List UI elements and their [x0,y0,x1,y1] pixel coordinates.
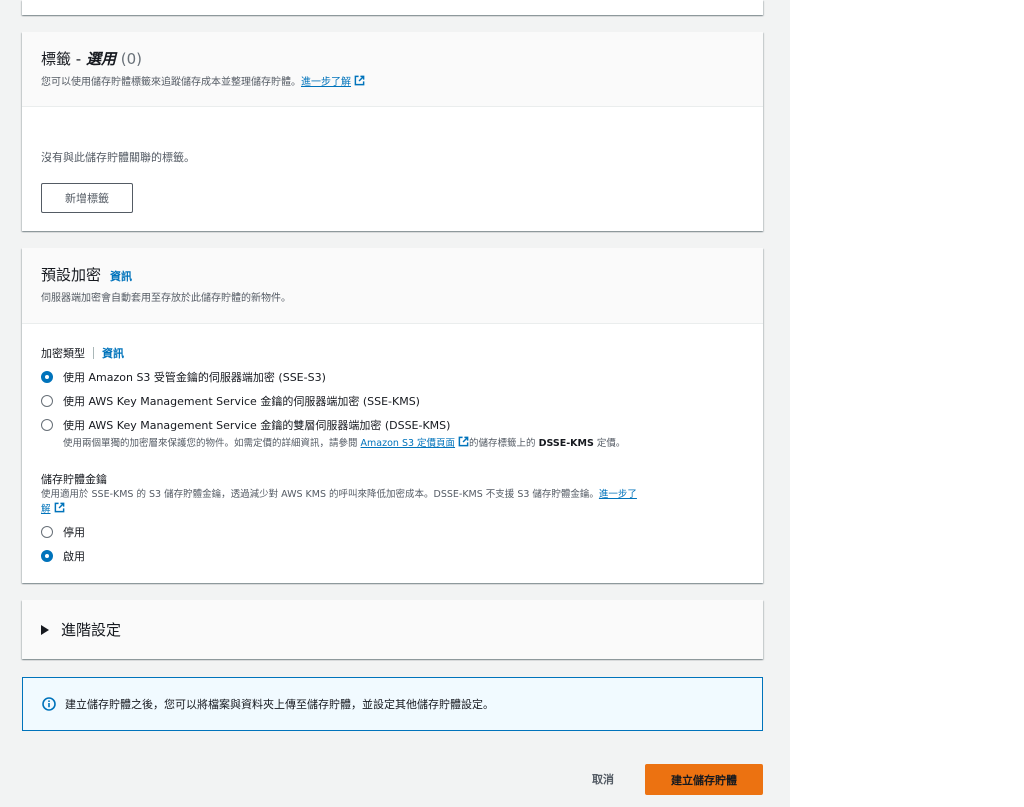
tags-title: 標籤 - 選用 (0) [41,48,142,69]
radio-unselected-indicator[interactable] [41,419,53,431]
radio-sse-s3-label: 使用 Amazon S3 受管金鑰的伺服器端加密 (SSE-S3) [63,371,326,384]
radio-bucket-key-disable[interactable]: 停用 [41,524,85,540]
radio-unselected-indicator[interactable] [41,526,53,538]
radio-selected-indicator[interactable] [41,550,53,562]
encryption-info-link[interactable]: 資訊 [110,268,132,284]
tags-title-row: 標籤 - 選用 (0) [41,48,744,69]
radio-sse-s3[interactable]: 使用 Amazon S3 受管金鑰的伺服器端加密 (SSE-S3) [41,369,326,385]
tags-count: (0) [120,50,142,68]
radio-disable-label: 停用 [63,526,85,539]
radio-bucket-key-enable[interactable]: 啟用 [41,548,85,564]
encryption-panel-header: 預設加密 資訊 伺服器端加密會自動套用至存放於此儲存貯體的新物件。 [22,248,763,324]
encryption-type-label-row: 加密類型 資訊 [41,345,124,361]
radio-sse-kms[interactable]: 使用 AWS Key Management Service 金鑰的伺服器端加密 … [41,393,420,409]
tags-panel-header: 標籤 - 選用 (0) 您可以使用儲存貯體標籤來追蹤儲存成本並整理儲存貯體。進一… [22,32,763,107]
radio-dsse-kms[interactable]: 使用 AWS Key Management Service 金鑰的雙層伺服器端加… [41,417,450,433]
external-link-icon[interactable] [354,75,365,86]
radio-unselected-indicator[interactable] [41,395,53,407]
encryption-description: 伺服器端加密會自動套用至存放於此儲存貯體的新物件。 [41,293,291,304]
dsse-desc-text-mid: 的儲存標籤上的 [469,438,539,449]
radio-dsse-kms-label: 使用 AWS Key Management Service 金鑰的雙層伺服器端加… [63,419,451,432]
encryption-title-row: 預設加密 資訊 [41,264,744,285]
bucket-key-label: 儲存貯體金鑰 [41,473,107,486]
bucket-key-desc-text: 使用適用於 SSE-KMS 的 S3 儲存貯體金鑰，透過減少對 AWS KMS … [41,489,599,500]
page: 標籤 - 選用 (0) 您可以使用儲存貯體標籤來追蹤儲存成本並整理儲存貯體。進一… [0,0,1024,807]
previous-panel [22,0,763,15]
create-bucket-button[interactable]: 建立儲存貯體 [645,764,763,795]
tags-description-text: 您可以使用儲存貯體標籤來追蹤儲存成本並整理儲存貯體。 [41,77,301,88]
bucket-key-description: 使用適用於 SSE-KMS 的 S3 儲存貯體金鑰，透過減少對 AWS KMS … [41,488,731,517]
advanced-settings-panel[interactable]: 進階設定 [22,600,763,659]
tags-title-text: 標籤 - [41,50,86,68]
external-link-icon[interactable] [458,436,469,447]
encryption-title: 預設加密 [41,266,102,284]
caret-right-icon[interactable] [41,624,49,635]
info-alert: 建立儲存貯體之後，您可以將檔案與資料夾上傳至儲存貯體，並設定其他儲存貯體設定。 [22,677,763,731]
advanced-settings-header[interactable]: 進階設定 [41,619,121,640]
label-separator [93,347,94,359]
dsse-desc-text-end: 定價。 [593,438,626,449]
bucket-key-learn-more-link-2[interactable]: 解 [41,504,51,515]
encryption-type-info-link[interactable]: 資訊 [102,345,124,361]
radio-sse-kms-label: 使用 AWS Key Management Service 金鑰的伺服器端加密 … [63,395,420,408]
right-blank-area [790,0,1024,807]
cancel-button[interactable]: 取消 [592,771,614,787]
dsse-kms-description: 使用兩個單獨的加密層來保護您的物件。如需定價的詳細資訊，請參閱 Amazon S… [63,435,625,449]
advanced-settings-title: 進階設定 [61,621,122,639]
s3-pricing-link[interactable]: Amazon S3 定價頁面 [361,438,456,449]
tags-description: 您可以使用儲存貯體標籤來追蹤儲存成本並整理儲存貯體。進一步了解 [41,73,744,88]
tags-title-optional: 選用 [85,50,116,68]
dsse-desc-text: 使用兩個單獨的加密層來保護您的物件。如需定價的詳細資訊，請參閱 [63,438,361,449]
radio-enable-label: 啟用 [63,550,85,563]
external-link-icon[interactable] [54,502,65,513]
radio-selected-indicator[interactable] [41,371,53,383]
tags-panel: 標籤 - 選用 (0) 您可以使用儲存貯體標籤來追蹤儲存成本並整理儲存貯體。進一… [22,32,763,231]
tags-empty-text: 沒有與此儲存貯體關聯的標籤。 [41,151,195,164]
info-alert-message: 建立儲存貯體之後，您可以將檔案與資料夾上傳至儲存貯體，並設定其他儲存貯體設定。 [65,698,494,711]
dsse-desc-bold: DSSE-KMS [538,438,594,449]
encryption-type-label: 加密類型 [41,347,85,360]
default-encryption-panel: 預設加密 資訊 伺服器端加密會自動套用至存放於此儲存貯體的新物件。 加密類型 資… [22,248,763,583]
tags-learn-more-link[interactable]: 進一步了解 [301,77,351,88]
info-circle-icon [42,697,56,711]
add-tag-button[interactable]: 新增標籤 [41,183,133,213]
bucket-key-learn-more-link-1[interactable]: 進一步了 [599,489,637,500]
